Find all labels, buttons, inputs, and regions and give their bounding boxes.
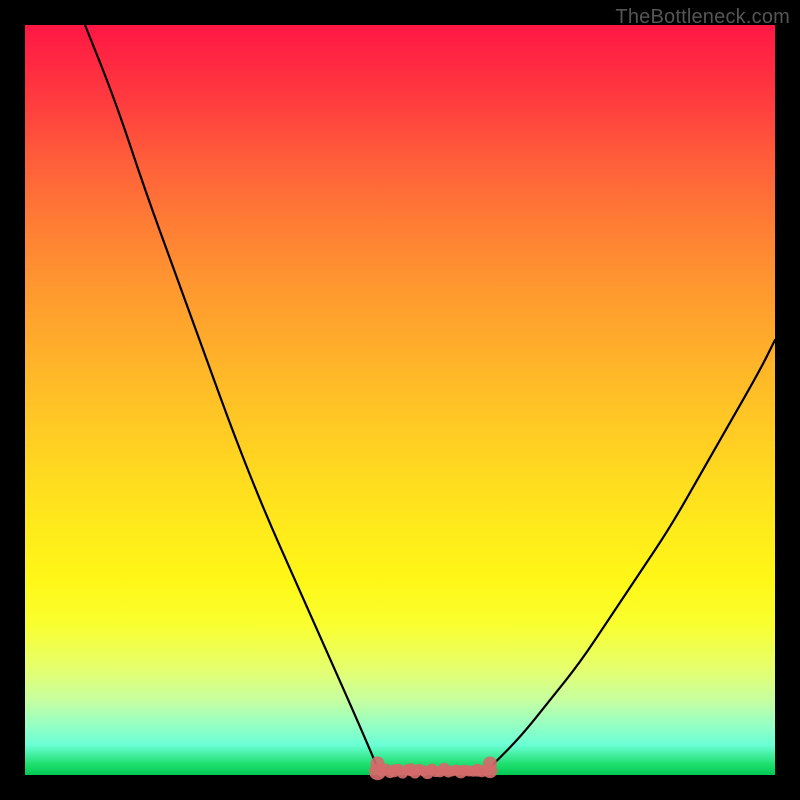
watermark-text: TheBottleneck.com xyxy=(615,6,790,29)
plot-area xyxy=(25,25,775,775)
curve-line xyxy=(85,25,775,771)
chart-container: TheBottleneck.com xyxy=(0,0,800,800)
chart-overlay xyxy=(25,25,775,775)
bottom-marker xyxy=(369,757,498,781)
